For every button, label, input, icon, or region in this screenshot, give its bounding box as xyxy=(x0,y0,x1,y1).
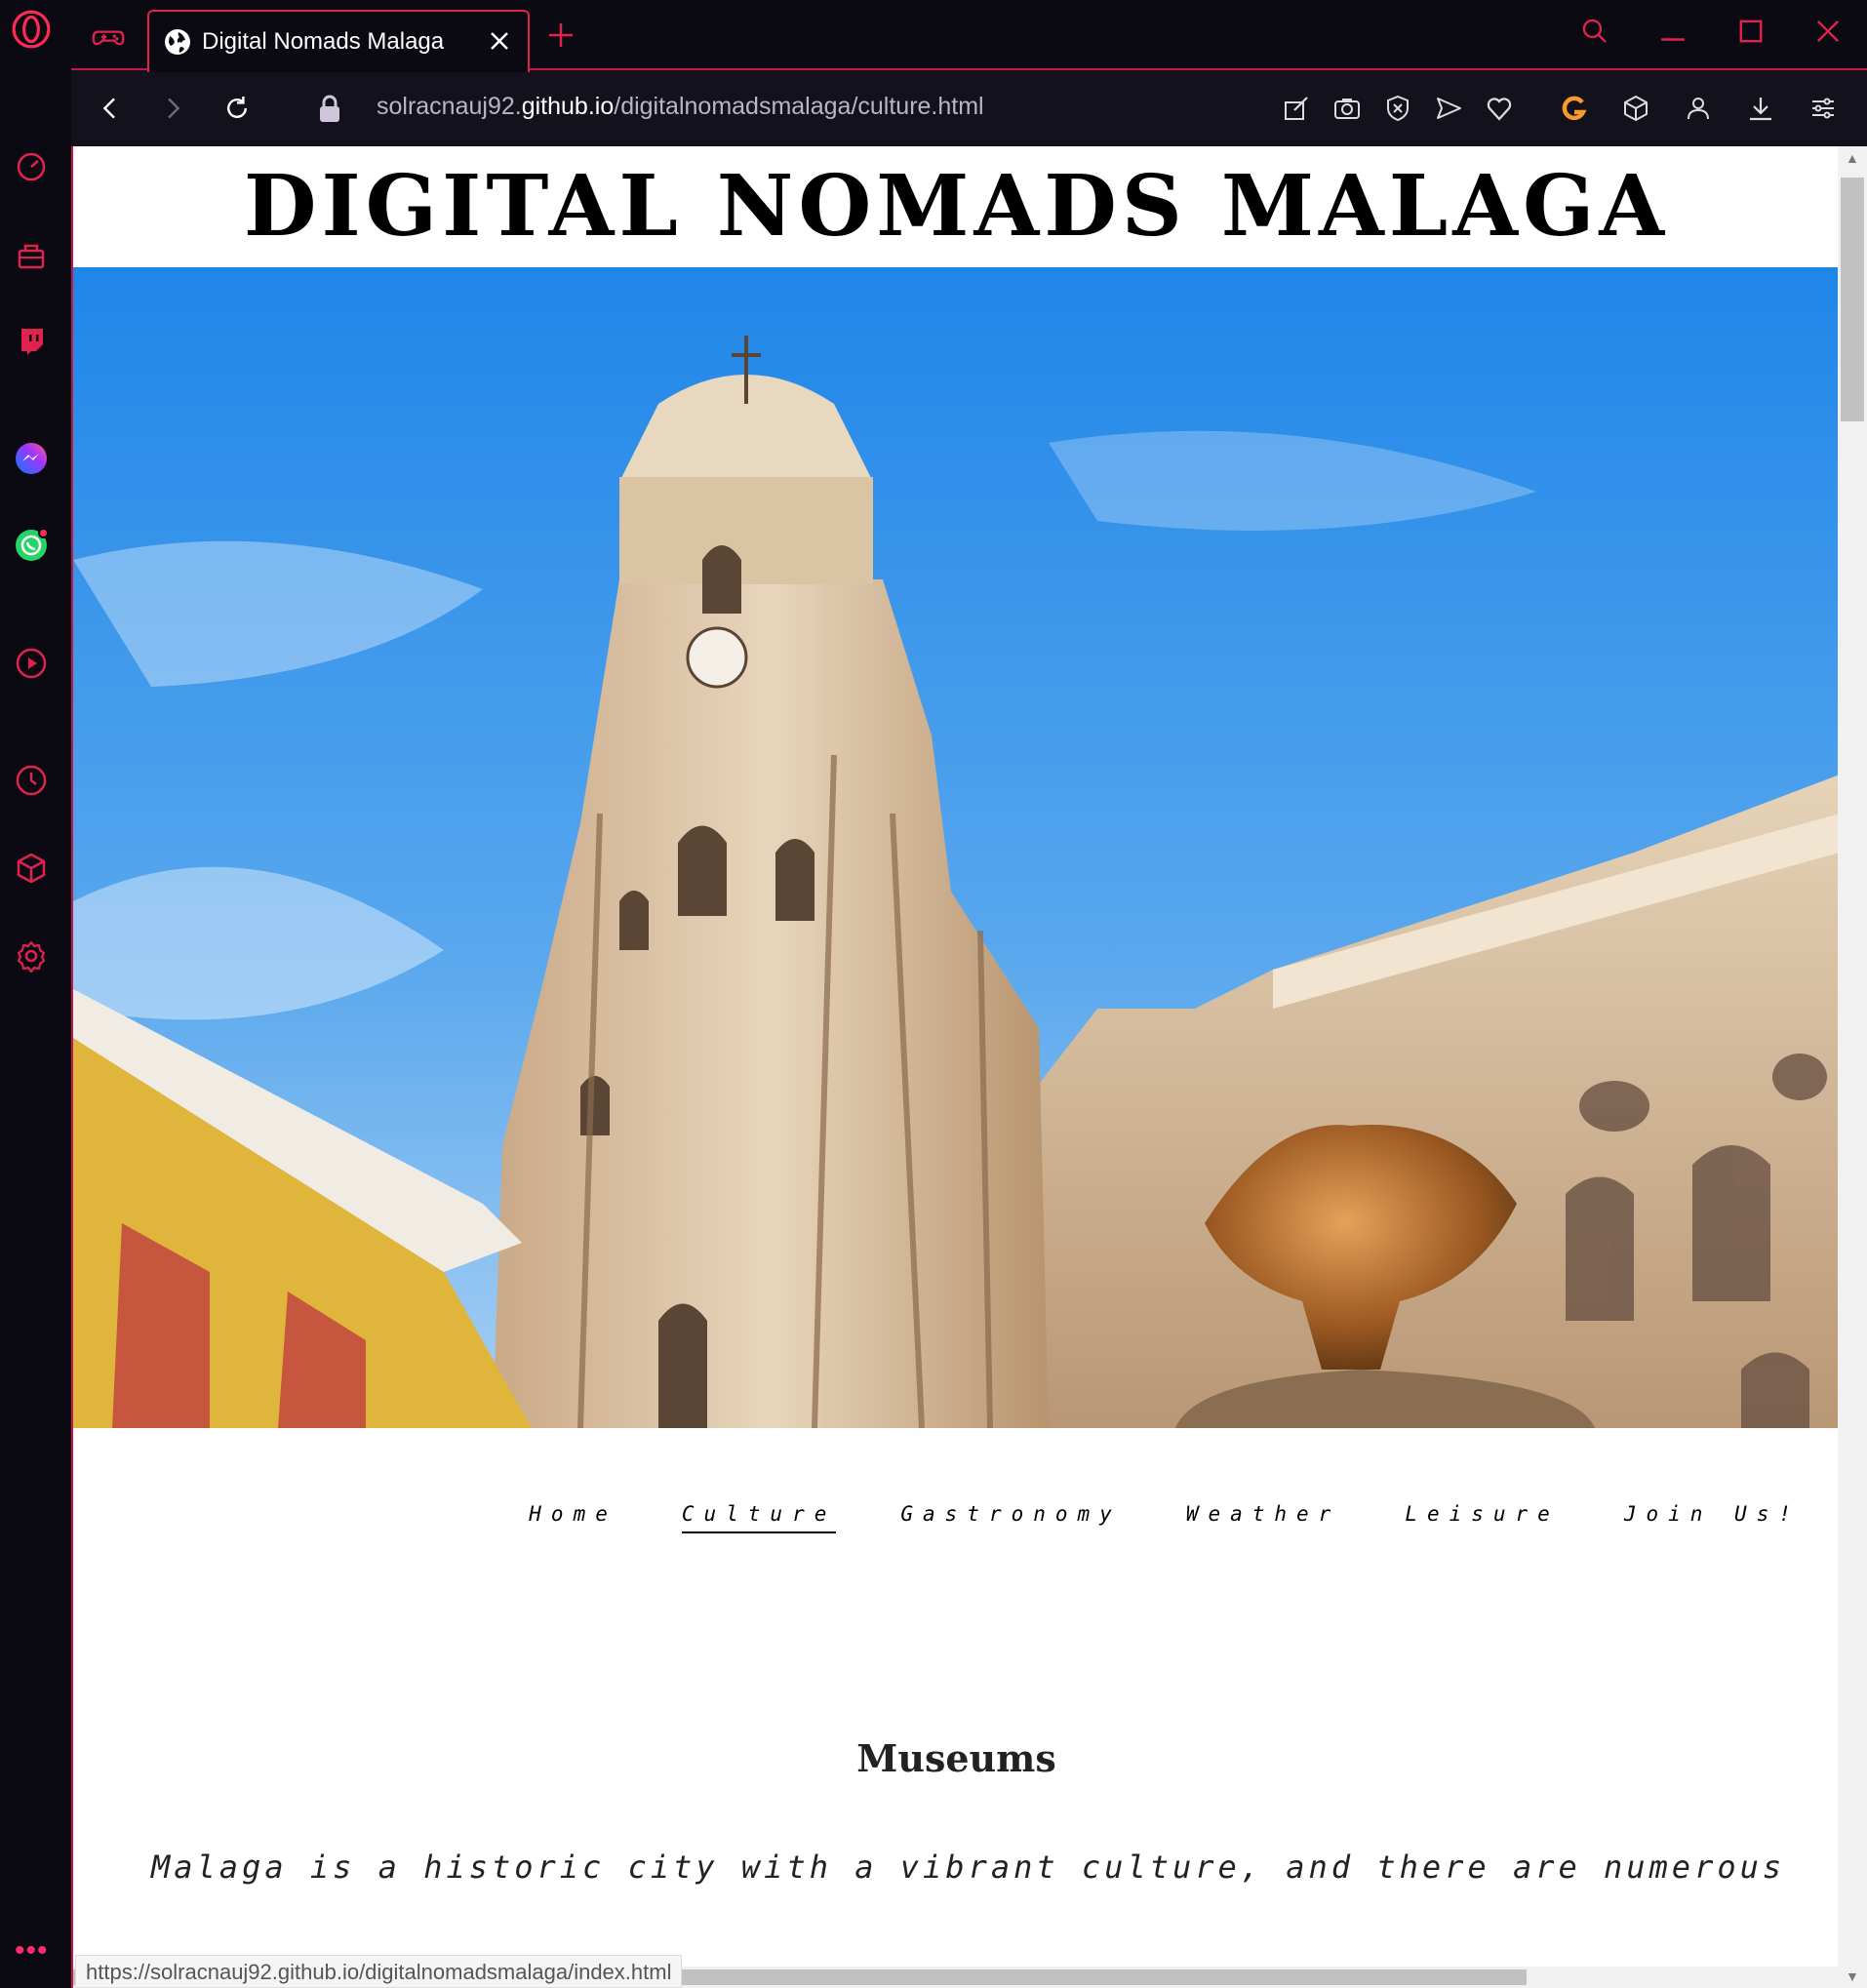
shopping-corner-icon[interactable] xyxy=(8,232,55,279)
main-nav: Home Culture Gastronomy Weather Leisure … xyxy=(529,1502,1801,1533)
vertical-scrollbar[interactable]: ▲ ▼ xyxy=(1838,146,1867,1988)
status-bar-url: https://solracnauj92.github.io/digitalno… xyxy=(75,1955,683,1988)
close-window-icon[interactable] xyxy=(1808,12,1847,51)
nav-link-culture[interactable]: Culture xyxy=(681,1502,837,1533)
back-icon[interactable] xyxy=(91,89,130,128)
site-title: DIGITAL NOMADS MALAGA xyxy=(243,157,1670,256)
tab-title: Digital Nomads Malaga xyxy=(202,28,445,55)
player-icon[interactable] xyxy=(8,640,55,687)
bookmark-heart-icon[interactable] xyxy=(1482,91,1517,126)
scroll-down-icon[interactable]: ▼ xyxy=(1846,1968,1859,1984)
new-tab-icon[interactable] xyxy=(545,20,576,51)
tab-strip: Digital Nomads Malaga xyxy=(71,0,1867,72)
forward-icon[interactable] xyxy=(153,89,192,128)
opera-logo-icon[interactable] xyxy=(8,6,55,53)
easy-setup-icon[interactable] xyxy=(1806,91,1841,126)
nav-link-weather[interactable]: Weather xyxy=(1186,1502,1341,1533)
nav-link-join-us[interactable]: Join Us! xyxy=(1624,1502,1801,1533)
sidebar-more-button[interactable]: ••• xyxy=(15,1936,49,1966)
lock-icon[interactable] xyxy=(315,93,344,124)
hero-image xyxy=(73,267,1840,1428)
nav-link-leisure[interactable]: Leisure xyxy=(1405,1502,1560,1533)
game-controller-icon[interactable] xyxy=(89,18,128,57)
globe-icon xyxy=(165,29,190,55)
intro-paragraph: Malaga is a historic city with a vibrant… xyxy=(151,1849,1786,1886)
close-tab-icon[interactable] xyxy=(487,28,512,54)
reload-icon[interactable] xyxy=(218,89,257,128)
tab-active[interactable]: Digital Nomads Malaga xyxy=(147,10,530,72)
download-icon[interactable] xyxy=(1743,91,1778,126)
history-icon[interactable] xyxy=(8,757,55,804)
scroll-up-icon[interactable]: ▲ xyxy=(1846,150,1859,166)
send-icon[interactable] xyxy=(1431,91,1466,126)
url-field[interactable]: solracnauj92.github.io/digitalnomadsmala… xyxy=(377,93,984,121)
extension-cube-icon[interactable] xyxy=(1618,91,1653,126)
snapshot-icon[interactable] xyxy=(1330,91,1365,126)
profile-icon[interactable] xyxy=(1681,91,1716,126)
maximize-window-icon[interactable] xyxy=(1731,12,1770,51)
url-path: /digitalnomadsmalaga/culture.html xyxy=(614,93,984,120)
scrollbar-thumb[interactable] xyxy=(1841,178,1864,421)
messenger-icon[interactable] xyxy=(8,435,55,482)
url-prefix: solracnauj92. xyxy=(377,93,522,120)
section-title: Museums xyxy=(856,1736,1056,1780)
page-viewport: DIGITAL NOMADS MALAGA Home Culture Gastr… xyxy=(71,146,1867,1988)
extensions-icon[interactable] xyxy=(8,845,55,892)
adblock-shield-icon[interactable] xyxy=(1380,91,1415,126)
grammarly-icon[interactable] xyxy=(1556,91,1591,126)
speed-dial-icon[interactable] xyxy=(8,142,55,189)
edit-icon[interactable] xyxy=(1279,91,1314,126)
address-bar: solracnauj92.github.io/digitalnomadsmala… xyxy=(71,70,1867,146)
url-host: github.io xyxy=(521,93,615,120)
whatsapp-icon[interactable] xyxy=(8,522,55,569)
search-tabs-icon[interactable] xyxy=(1575,12,1614,51)
nav-link-gastronomy[interactable]: Gastronomy xyxy=(900,1502,1121,1533)
nav-link-home[interactable]: Home xyxy=(529,1502,617,1533)
twitch-icon[interactable] xyxy=(8,318,55,365)
settings-icon[interactable] xyxy=(8,933,55,979)
notification-badge xyxy=(38,528,49,538)
minimize-window-icon[interactable] xyxy=(1653,12,1692,51)
browser-sidebar: ••• xyxy=(0,0,71,1988)
